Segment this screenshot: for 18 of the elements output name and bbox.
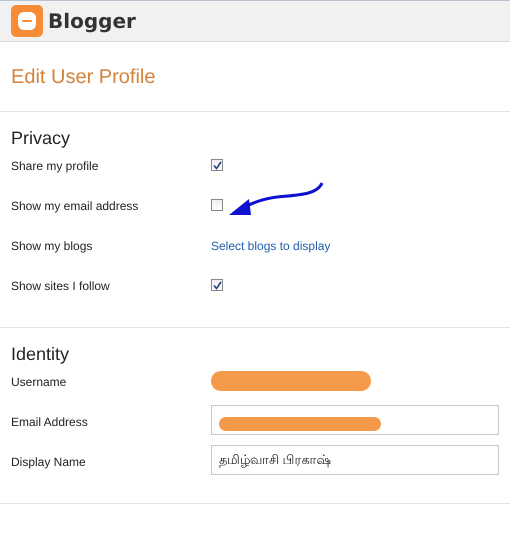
- field-label: Username: [11, 374, 68, 389]
- checkbox[interactable]: [211, 199, 223, 211]
- display-name-field[interactable]: தமிழ்வாசி பிரகாஷ்: [211, 445, 499, 475]
- field-label: Share my profile: [11, 158, 100, 173]
- field-label: Show my email address: [11, 198, 140, 213]
- blogger-logo-icon: [11, 5, 43, 37]
- select-blogs-link[interactable]: Select blogs to display: [211, 237, 330, 253]
- field-label: Show my blogs: [11, 238, 94, 253]
- checkbox[interactable]: [211, 159, 223, 171]
- field-label: Email Address: [11, 414, 89, 429]
- field-label: Show sites I follow: [11, 278, 111, 293]
- section-title: Identity: [11, 344, 70, 365]
- field-label: Display Name: [11, 454, 87, 469]
- section-title: Privacy: [11, 128, 72, 149]
- checkbox[interactable]: [211, 279, 223, 291]
- app-name: Blogger: [48, 9, 136, 33]
- page-title: Edit User Profile: [0, 42, 510, 112]
- email-field[interactable]: [211, 405, 499, 435]
